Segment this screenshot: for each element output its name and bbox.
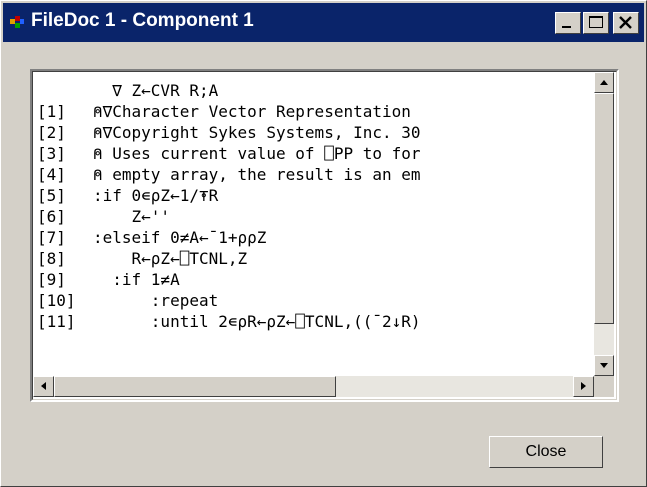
line-text: :repeat xyxy=(93,291,219,310)
line-number: [7] xyxy=(37,228,66,247)
arrow-down-icon xyxy=(600,363,608,368)
line-number: [10] xyxy=(37,291,76,310)
code-line: [3] ⍝ Uses current value of ⎕PP to for xyxy=(33,143,594,164)
code-line: ∇ Z←CVR R;A xyxy=(33,80,594,101)
vertical-scrollbar[interactable] xyxy=(594,72,614,376)
line-text: ⍝ Uses current value of ⎕PP to for xyxy=(93,144,421,163)
line-number: [2] xyxy=(37,123,66,142)
code-line: [6] Z←'' xyxy=(33,206,594,227)
code-line: [10] :repeat xyxy=(33,290,594,311)
component-app-icon xyxy=(10,16,24,28)
scroll-down-button[interactable] xyxy=(594,355,614,376)
horizontal-scrollbar[interactable] xyxy=(33,376,594,397)
line-text: :until 2∊⍴R←⍴Z←⎕TCNL,((¯2↓R) xyxy=(93,312,421,331)
minimize-button[interactable] xyxy=(555,12,581,34)
line-number: [5] xyxy=(37,186,66,205)
line-number: [8] xyxy=(37,249,66,268)
line-text: ⍝ empty array, the result is an em xyxy=(93,165,421,184)
code-line: [8] R←⍴Z←⎕TCNL,Z xyxy=(33,248,594,269)
line-text: :if 0∊⍴Z←1/⍕R xyxy=(93,186,219,205)
line-number: [3] xyxy=(37,144,66,163)
code-line: [5] :if 0∊⍴Z←1/⍕R xyxy=(33,185,594,206)
line-number: [1] xyxy=(37,102,66,121)
vertical-scroll-thumb[interactable] xyxy=(594,93,614,324)
maximize-button[interactable] xyxy=(583,12,609,34)
line-text: ∇ Z←CVR R;A xyxy=(93,81,219,100)
code-line: [9] :if 1≠A xyxy=(33,269,594,290)
line-text: :elseif 0≠A←¯1+⍴⍴Z xyxy=(93,228,267,247)
editor-frame: ∇ Z←CVR R;A [1] ⍝∇Character Vector Represe… xyxy=(32,71,617,400)
line-number: [9] xyxy=(37,270,66,289)
close-window-button[interactable] xyxy=(613,12,639,34)
scrollbar-corner xyxy=(594,376,614,397)
code-line: [7] :elseif 0≠A←¯1+⍴⍴Z xyxy=(33,227,594,248)
scroll-right-button[interactable] xyxy=(573,376,594,397)
maximize-icon xyxy=(589,16,603,28)
close-icon xyxy=(619,16,632,29)
minimize-icon xyxy=(562,26,571,28)
code-line: [1] ⍝∇Character Vector Representation xyxy=(33,101,594,122)
close-button[interactable]: Close xyxy=(489,436,603,468)
line-number: [6] xyxy=(37,207,66,226)
scroll-left-button[interactable] xyxy=(33,376,54,397)
window-title: FileDoc 1 - Component 1 xyxy=(31,10,254,31)
arrow-right-icon xyxy=(581,382,586,390)
line-text: Z←'' xyxy=(93,207,171,226)
line-text: ⍝∇Copyright Sykes Systems, Inc. 30 xyxy=(93,123,421,142)
line-number: [4] xyxy=(37,165,66,184)
title-bar[interactable]: FileDoc 1 - Component 1 xyxy=(3,3,644,42)
filedoc-window: FileDoc 1 - Component 1 ∇ Z←CVR R;A [1] ⍝∇… xyxy=(0,0,647,487)
code-line: [4] ⍝ empty array, the result is an em xyxy=(33,164,594,185)
arrow-left-icon xyxy=(41,382,46,390)
arrow-up-icon xyxy=(600,80,608,85)
scroll-up-button[interactable] xyxy=(594,72,614,93)
horizontal-scroll-thumb[interactable] xyxy=(54,376,336,397)
code-line: [2] ⍝∇Copyright Sykes Systems, Inc. 30 xyxy=(33,122,594,143)
line-number: [11] xyxy=(37,312,76,331)
code-line: [11] :until 2∊⍴R←⍴Z←⎕TCNL,((¯2↓R) xyxy=(33,311,594,332)
line-text: :if 1≠A xyxy=(93,270,180,289)
line-text: R←⍴Z←⎕TCNL,Z xyxy=(93,249,248,268)
code-area[interactable]: ∇ Z←CVR R;A [1] ⍝∇Character Vector Represe… xyxy=(33,80,594,374)
line-text: ⍝∇Character Vector Representation xyxy=(93,102,411,121)
code-editor[interactable]: ∇ Z←CVR R;A [1] ⍝∇Character Vector Represe… xyxy=(30,69,619,402)
